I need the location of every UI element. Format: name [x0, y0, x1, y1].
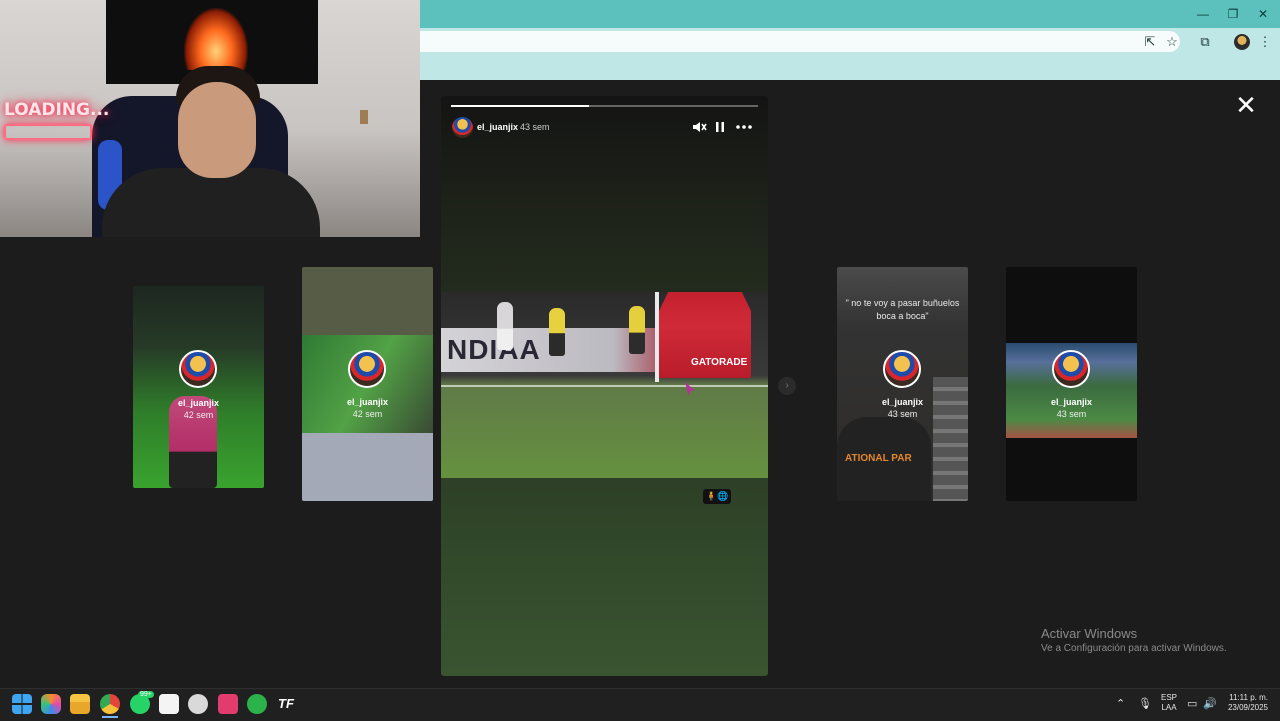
activation-subtitle: Ve a Configuración para activar Windows. [1041, 643, 1227, 654]
story-username: el_juanjix [1050, 397, 1093, 407]
tf-app-icon[interactable]: TF [276, 694, 296, 714]
story-card-1[interactable]: el_juanjix 42 sem [133, 286, 264, 488]
active-app-indicator [102, 716, 118, 718]
card-photo-stairs [933, 377, 968, 501]
pause-icon[interactable] [713, 119, 727, 135]
wall-switch [360, 110, 368, 124]
streamer-body [102, 168, 320, 237]
file-explorer-icon[interactable] [70, 694, 90, 714]
story-progress-track [451, 105, 758, 107]
lang-bottom: LAA [1161, 703, 1177, 712]
neon-loading-bar [4, 124, 92, 140]
tiktok-icon[interactable] [218, 694, 238, 714]
fireplace-image [184, 8, 248, 70]
share-icon[interactable]: ⇱ [1141, 33, 1159, 51]
story-video-frame: NDIAA GATORADE [441, 292, 768, 478]
input-language[interactable]: ESP LAA [1161, 693, 1177, 713]
card-photo-bottom [302, 433, 433, 501]
story-time: 42 sem [352, 409, 383, 419]
xbox-icon[interactable] [247, 694, 267, 714]
story-card-4[interactable]: el_juanjix 43 sem [1006, 267, 1137, 501]
story-author-username[interactable]: el_juanjix [477, 122, 518, 132]
microphone-icon[interactable]: 🎙 [1138, 697, 1152, 710]
close-story-button[interactable]: ✕ [1234, 92, 1258, 118]
hoodie-print: ATIONAL PAR [845, 453, 912, 464]
whatsapp-badge: 99+ [138, 691, 154, 698]
next-story-arrow[interactable]: › [778, 377, 796, 395]
clock-time: 11:11 p. m. [1229, 693, 1268, 702]
story-caption: " no te voy a pasar buñuelos boca a boca… [845, 298, 960, 321]
story-avatar [179, 350, 217, 388]
microsoft-store-icon[interactable] [159, 694, 179, 714]
story-card-3[interactable]: " no te voy a pasar buñuelos boca a boca… [837, 267, 968, 501]
story-time: 42 sem [183, 410, 214, 420]
goalpost [655, 292, 659, 382]
minimize-button[interactable]: — [1194, 6, 1212, 22]
story-author-avatar[interactable] [452, 117, 473, 138]
volume-icon[interactable]: 🔊 [1203, 697, 1217, 710]
tray-overflow-chevron-icon[interactable]: ⌃ [1116, 697, 1125, 710]
story-avatar [883, 350, 921, 388]
network-icon[interactable]: ▭ [1187, 697, 1197, 710]
profile-avatar[interactable] [1234, 34, 1250, 50]
active-story[interactable]: el_juanjix 43 sem NDIAA GATORADE 🧍🌐 [441, 96, 768, 676]
player [497, 302, 513, 350]
webcam-overlay: LOADING... [0, 0, 420, 237]
chrome-icon[interactable] [100, 694, 120, 714]
story-username: el_juanjix [177, 398, 220, 408]
story-progress-fill [451, 105, 590, 107]
extensions-icon[interactable]: ⧉ [1196, 33, 1214, 51]
story-username: el_juanjix [881, 397, 924, 407]
pitch-line [441, 385, 768, 387]
windows-start-icon[interactable] [12, 694, 32, 714]
star-icon[interactable]: ☆ [1163, 33, 1181, 51]
clock-date: 23/09/2025 [1227, 703, 1268, 712]
story-timestamp: 43 sem [520, 122, 550, 132]
story-time: 43 sem [1056, 409, 1087, 419]
banner-text: NDIAA [447, 334, 541, 365]
address-bar[interactable] [410, 31, 1180, 52]
player [629, 306, 645, 354]
copilot-icon[interactable] [41, 694, 61, 714]
tent-text: GATORADE [691, 357, 748, 368]
story-time: 43 sem [887, 409, 918, 419]
player [549, 308, 565, 356]
story-card-2[interactable]: el_juanjix 42 sem [302, 267, 433, 501]
restore-button[interactable]: ❐ [1224, 6, 1242, 22]
activation-title: Activar Windows [1041, 626, 1138, 641]
mute-icon[interactable] [691, 119, 707, 135]
streamer-face [178, 82, 256, 178]
system-clock[interactable]: 11:11 p. m. 23/09/2025 [1222, 693, 1268, 713]
kebab-menu-icon[interactable]: ⋮ [1256, 33, 1274, 51]
story-avatar [348, 350, 386, 388]
close-window-button[interactable]: ✕ [1254, 6, 1272, 22]
lang-top: ESP [1161, 693, 1178, 702]
story-username: el_juanjix [346, 397, 389, 407]
steam-icon[interactable] [188, 694, 208, 714]
story-avatar [1052, 350, 1090, 388]
more-options-icon[interactable] [735, 119, 753, 135]
emoji-sticker: 🧍🌐 [703, 489, 731, 504]
neon-loading-sign: LOADING... [4, 100, 110, 120]
